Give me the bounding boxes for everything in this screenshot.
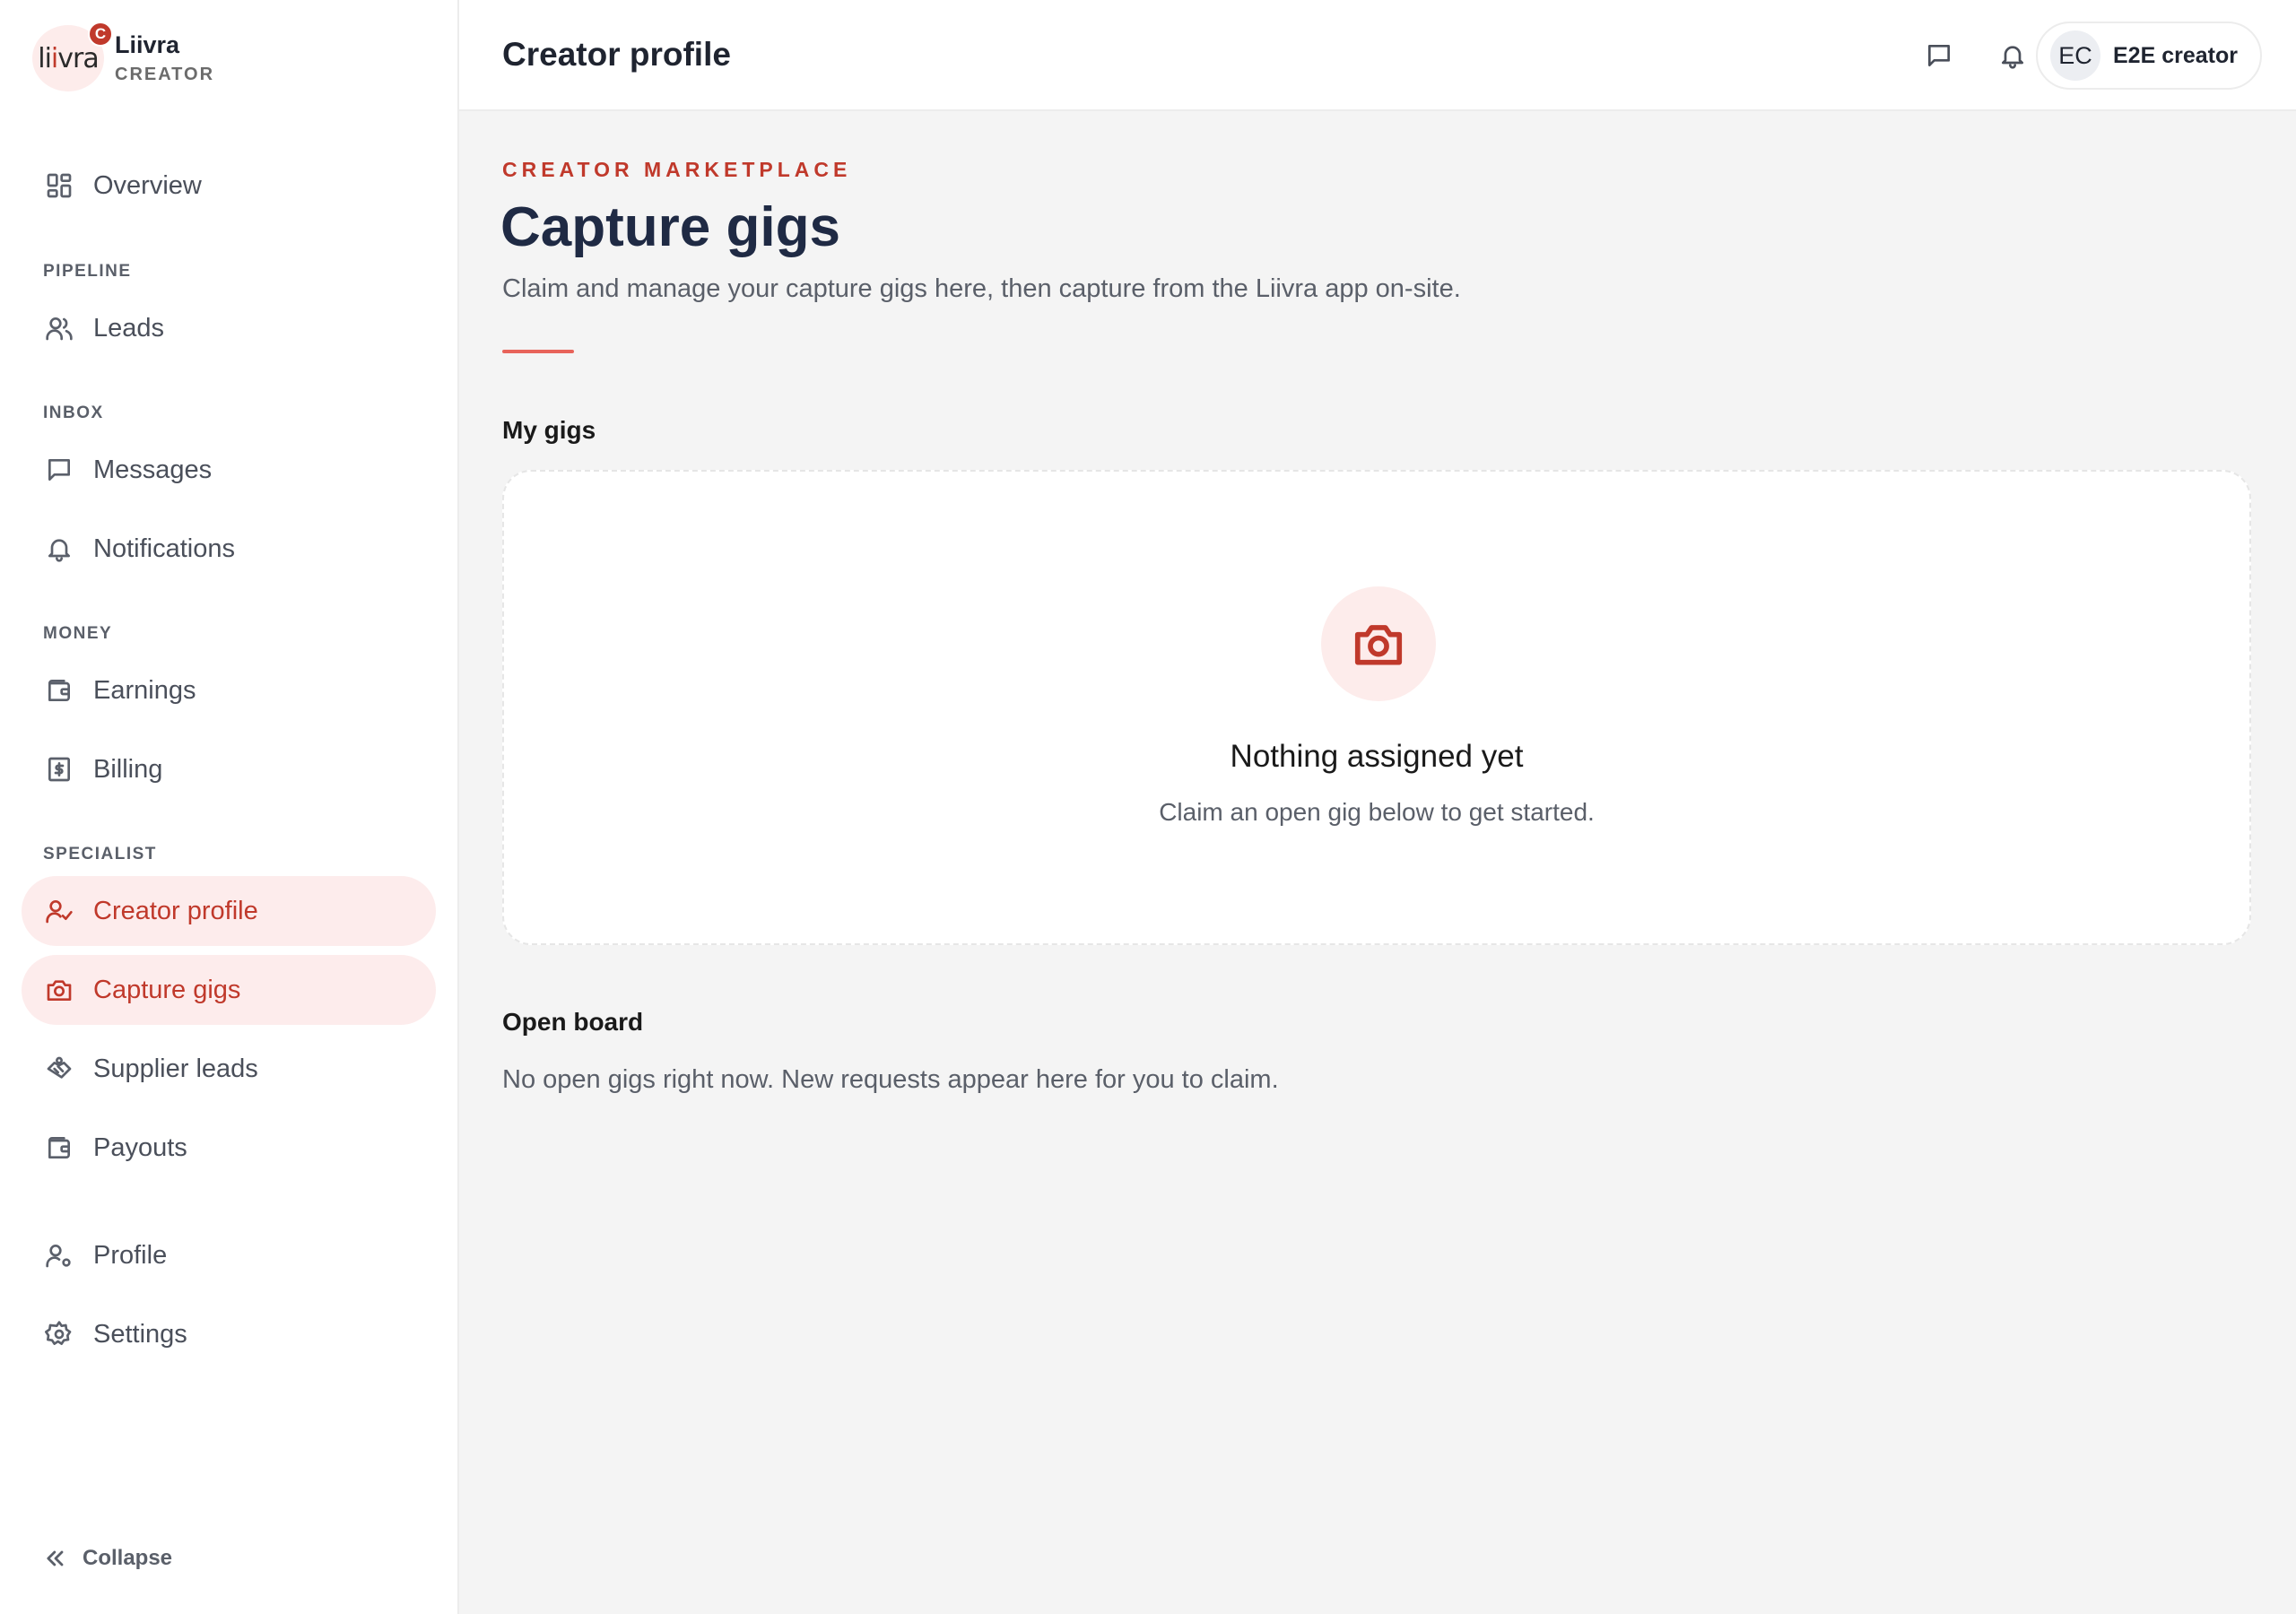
user-check-icon (43, 895, 75, 927)
notifications-button[interactable] (1991, 34, 2034, 77)
message-icon (43, 454, 75, 486)
sidebar-item-creator-profile[interactable]: Creator profile (22, 876, 436, 946)
handshake-icon (43, 1053, 75, 1085)
chevrons-left-icon (47, 1550, 64, 1566)
sidebar-item-label: Capture gigs (93, 975, 241, 1004)
sidebar-item-payouts[interactable]: Payouts (22, 1113, 436, 1183)
section-label-inbox: INBOX (43, 404, 104, 422)
sidebar-item-notifications[interactable]: Notifications (22, 514, 436, 584)
open-board-heading: Open board (502, 1008, 644, 1036)
user-settings-icon (43, 1239, 75, 1271)
sidebar-item-label: Notifications (93, 534, 235, 563)
sidebar: liivra C Liivra CREATOR Overview PIPELIN… (0, 0, 459, 1614)
brand-name: Liivra (115, 31, 180, 58)
empty-state-description: Claim an open gig below to get started. (1159, 798, 1595, 826)
collapse-label: Collapse (83, 1546, 173, 1570)
section-label-pipeline: PIPELINE (43, 262, 132, 281)
camera-icon (1354, 625, 1403, 665)
user-menu[interactable]: EC E2E creator (2036, 22, 2262, 90)
page-header-title: Creator profile (502, 36, 731, 73)
my-gigs-empty-state: Nothing assigned yet Claim an open gig b… (502, 470, 2251, 945)
sidebar-item-label: Settings (93, 1319, 187, 1349)
message-icon (1928, 45, 1950, 66)
sidebar-item-label: Billing (93, 754, 163, 784)
sidebar-item-label: Overview (93, 170, 202, 200)
sidebar-item-label: Leads (93, 313, 165, 343)
sidebar-item-label: Messages (93, 455, 213, 484)
sidebar-item-messages[interactable]: Messages (22, 435, 436, 505)
my-gigs-heading: My gigs (502, 416, 596, 444)
page-title: Capture gigs (500, 196, 840, 258)
brand[interactable]: liivra C Liivra CREATOR (32, 22, 215, 91)
receipt-icon (43, 753, 75, 785)
bell-icon (2002, 46, 2023, 69)
brand-logo-wordmark: liivra (38, 42, 100, 74)
sidebar-item-billing[interactable]: Billing (22, 734, 436, 804)
brand-role: CREATOR (115, 65, 215, 84)
sidebar-item-label: Creator profile (93, 896, 258, 925)
section-label-money: MONEY (43, 624, 113, 643)
user-name: E2E creator (2113, 42, 2238, 68)
camera-icon (43, 974, 75, 1006)
open-board-empty-text: No open gigs right now. New requests app… (502, 1065, 1279, 1094)
sidebar-item-label: Profile (93, 1240, 168, 1270)
section-label-specialist: SPECIALIST (43, 845, 157, 863)
sidebar-item-supplier-leads[interactable]: Supplier leads (22, 1034, 436, 1104)
sidebar-item-settings[interactable]: Settings (22, 1299, 436, 1369)
users-icon (43, 312, 75, 344)
avatar: EC (2050, 30, 2100, 81)
wallet-icon (43, 1132, 75, 1164)
sidebar-item-leads[interactable]: Leads (22, 293, 436, 363)
topbar: Creator profile EC E2E creator (459, 0, 2296, 111)
sidebar-item-earnings[interactable]: Earnings (22, 655, 436, 725)
sidebar-item-profile[interactable]: Profile (22, 1220, 436, 1290)
collapse-button[interactable]: Collapse (43, 1546, 172, 1571)
dashboard-icon (43, 169, 75, 202)
page-subtitle: Claim and manage your capture gigs here,… (502, 274, 1461, 303)
empty-state-title: Nothing assigned yet (1230, 739, 1524, 774)
messages-button[interactable] (1918, 34, 1961, 77)
brand-badge: C (88, 22, 113, 47)
sidebar-item-capture-gigs[interactable]: Capture gigs (22, 955, 436, 1025)
sidebar-item-label: Earnings (93, 675, 196, 705)
eyebrow-label: CREATOR MARKETPLACE (502, 158, 852, 181)
sidebar-item-label: Payouts (93, 1132, 187, 1162)
sidebar-item-label: Supplier leads (93, 1054, 258, 1083)
accent-divider (502, 350, 574, 353)
bell-icon (43, 533, 75, 565)
sidebar-item-overview[interactable]: Overview (22, 151, 436, 221)
gear-icon (43, 1318, 75, 1350)
wallet-icon (43, 674, 75, 707)
empty-state-icon (1321, 586, 1436, 701)
brand-logo: liivra C (32, 22, 113, 91)
